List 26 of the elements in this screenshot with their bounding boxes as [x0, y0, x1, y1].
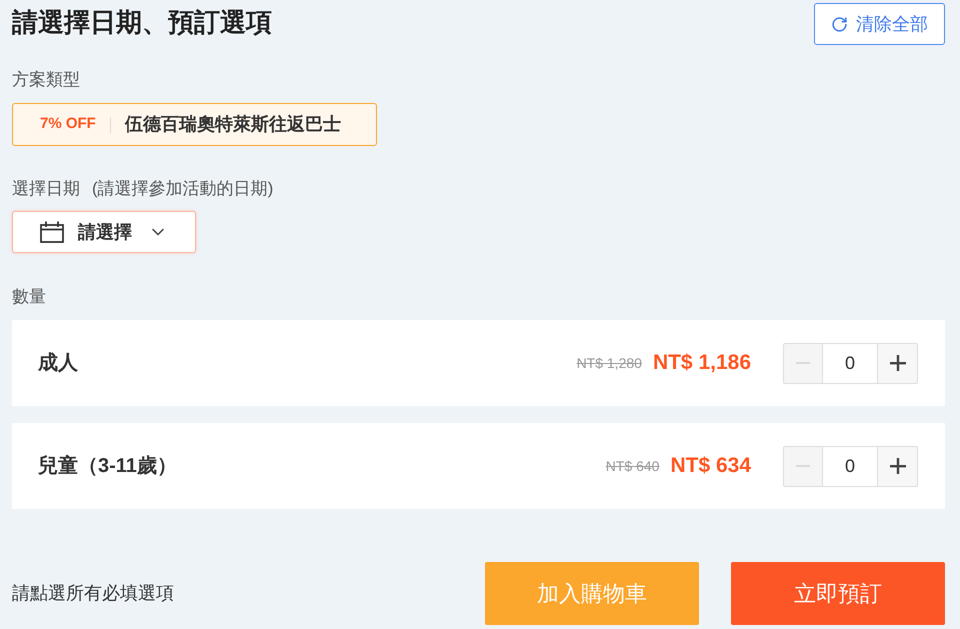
date-placeholder: 請選擇 [78, 220, 132, 244]
quantity-field[interactable]: 0 [823, 342, 877, 384]
date-dropdown[interactable]: 請選擇 [12, 211, 196, 253]
package-option[interactable]: 7% OFF 伍德百瑞奧特萊斯往返巴士 [12, 103, 377, 146]
discount-price: NT$ 634 [670, 453, 751, 480]
required-fields-message: 請點選所有必填選項 [12, 582, 174, 605]
ticket-type: 兒童（3-11歲） [38, 454, 177, 479]
clear-all-button[interactable]: 清除全部 [814, 3, 945, 45]
date-hint: (請選擇參加活動的日期) [92, 178, 274, 200]
plus-icon [890, 355, 906, 371]
original-price: NT$ 640 [606, 456, 660, 476]
original-price: NT$ 1,280 [576, 354, 642, 372]
section-label: 數量 [12, 286, 46, 308]
increase-button[interactable] [877, 446, 918, 486]
discount-price: NT$ 1,186 [652, 350, 751, 376]
quantity-field[interactable]: 0 [823, 446, 877, 486]
package-name: 伍德百瑞奧特萊斯往返巴士 [124, 113, 341, 136]
increase-button[interactable] [877, 342, 918, 384]
section-label: 方案類型 [12, 69, 80, 91]
discount-label: 7% OFF [40, 114, 96, 134]
page-title: 請選擇日期、預訂選項 [12, 6, 272, 39]
calendar-icon [40, 221, 64, 243]
section-label: 選擇日期 [12, 178, 80, 200]
plus-icon [890, 458, 906, 474]
refresh-icon [831, 16, 848, 32]
ticket-type: 成人 [38, 351, 78, 376]
